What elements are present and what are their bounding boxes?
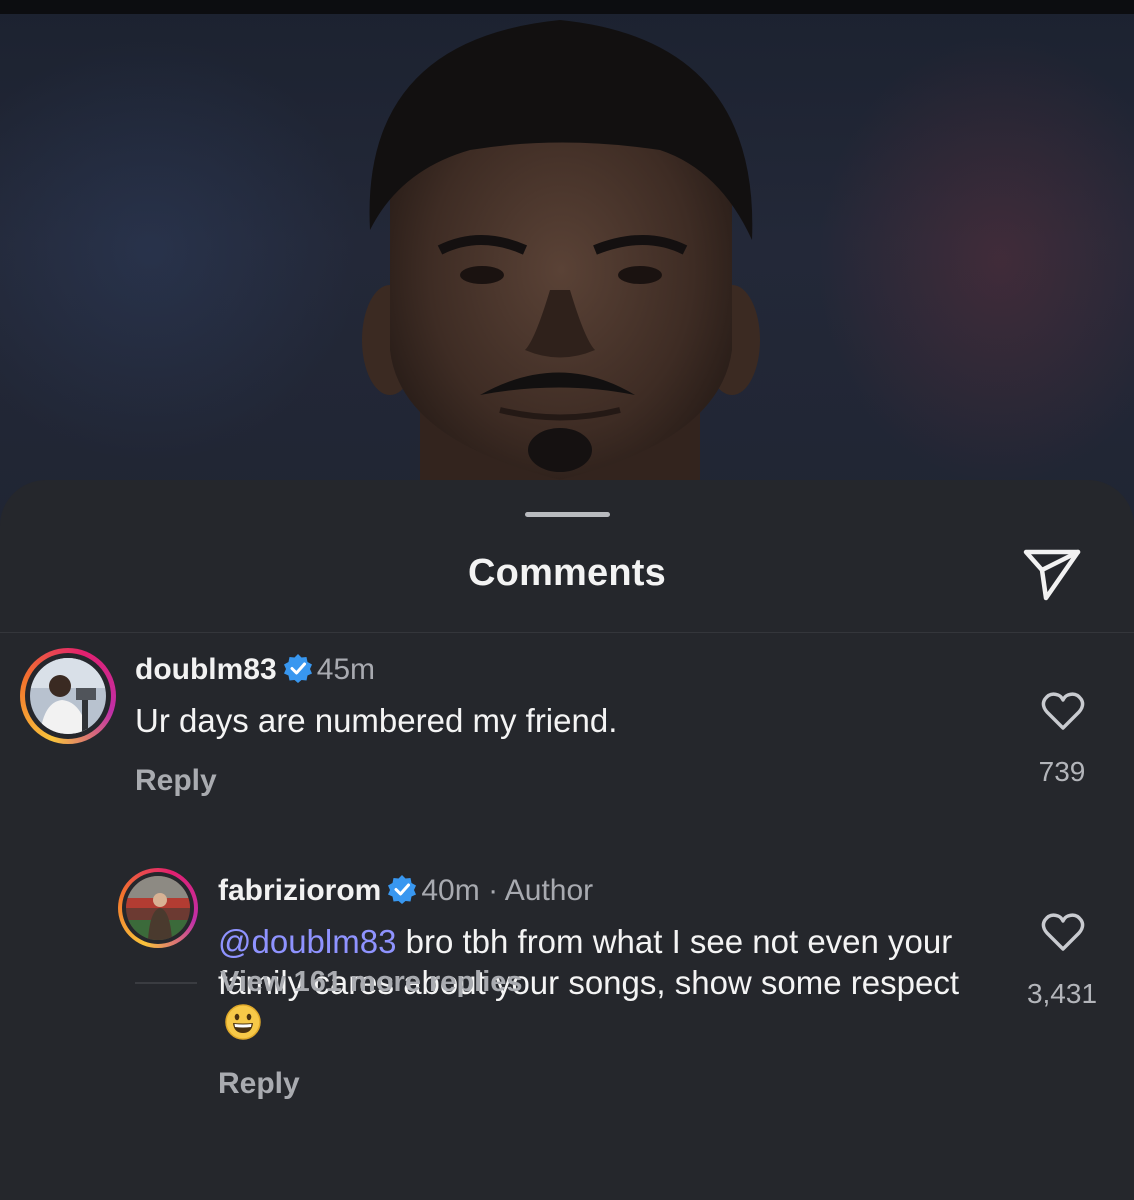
sheet-drag-handle[interactable] <box>525 512 610 517</box>
heart-outline-icon[interactable] <box>1041 912 1085 952</box>
instagram-post-comments-screen: Comments doublm83 45m Ur days are number… <box>0 0 1134 1200</box>
avatar-photo <box>30 658 106 734</box>
comment-header: doublm83 45m <box>135 653 375 687</box>
paper-plane-icon[interactable] <box>1020 546 1084 602</box>
heart-outline-icon[interactable] <box>1041 691 1085 731</box>
reply-header: fabriziorom 40m · Author <box>218 874 593 908</box>
separator-dot: · <box>488 874 499 907</box>
username[interactable]: fabriziorom <box>218 874 381 907</box>
reply-button[interactable]: Reply <box>135 764 217 798</box>
status-bar-strip <box>0 0 1134 14</box>
header-divider <box>0 632 1134 633</box>
avatar[interactable] <box>20 648 116 744</box>
avatar[interactable] <box>118 868 198 948</box>
sheet-title: Comments <box>468 552 666 594</box>
username[interactable]: doublm83 <box>135 653 277 686</box>
comments-sheet: Comments doublm83 45m Ur days are number… <box>0 480 1134 1200</box>
player-portrait-image <box>362 20 760 490</box>
post-image <box>0 0 1134 540</box>
verified-badge-icon <box>283 654 312 683</box>
comment-timestamp: 45m <box>316 653 376 686</box>
author-label: Author <box>504 874 594 907</box>
thread-line <box>135 982 197 984</box>
reply-timestamp: 40m <box>421 874 480 907</box>
comment-text: Ur days are numbered my friend. <box>135 702 618 739</box>
like-count: 739 <box>1038 756 1086 787</box>
avatar-photo <box>126 876 190 940</box>
verified-badge-icon <box>388 875 417 904</box>
grinning-face-emoji <box>225 1004 261 1040</box>
mention-link[interactable]: @doublm83 <box>218 923 396 960</box>
reply-button[interactable]: Reply <box>218 1067 300 1101</box>
view-more-replies-button[interactable]: View 161 more replies <box>220 966 523 999</box>
like-count: 3,431 <box>1026 978 1098 1009</box>
